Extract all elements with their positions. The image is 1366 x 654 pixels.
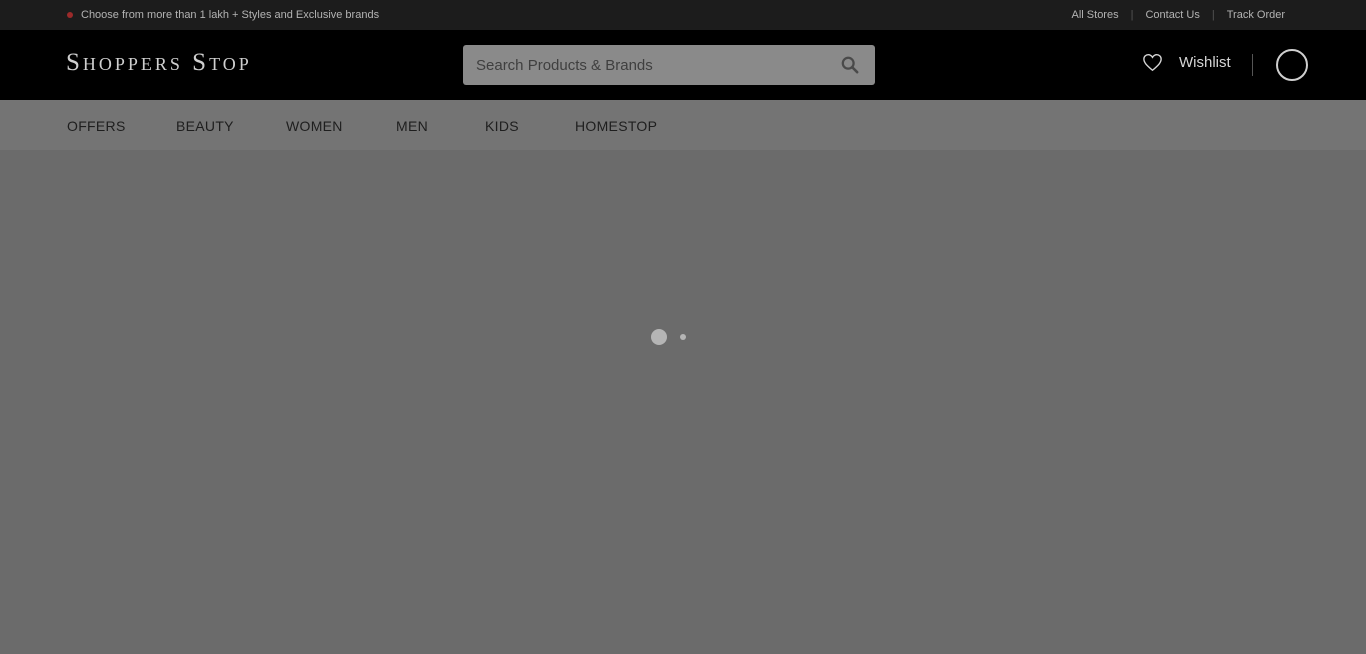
page-content-loading-overlay <box>0 150 1366 654</box>
nav-item-women[interactable]: WOMEN <box>286 118 343 134</box>
nav-item-homestop[interactable]: HOMESTOP <box>575 118 657 134</box>
track-order-link[interactable]: Track Order <box>1227 9 1285 21</box>
nav-item-beauty[interactable]: BEAUTY <box>176 118 234 134</box>
loading-spinner-dot <box>680 334 686 340</box>
divider: | <box>1130 9 1134 21</box>
promo-text: Choose from more than 1 lakh + Styles an… <box>81 9 380 21</box>
nav-item-kids[interactable]: KIDS <box>485 118 519 134</box>
shoppers-stop-logo[interactable]: Shoppers Stop <box>66 49 252 77</box>
contact-us-link[interactable]: Contact Us <box>1145 9 1199 21</box>
utility-links: All Stores | Contact Us | Track Order <box>1072 9 1285 21</box>
user-avatar-icon[interactable] <box>1276 49 1308 81</box>
search-input[interactable] <box>463 45 836 85</box>
nav-item-men[interactable]: MEN <box>396 118 428 134</box>
loading-spinner-dot <box>651 329 667 345</box>
divider: | <box>1211 9 1215 21</box>
wishlist-button[interactable]: Wishlist <box>1142 53 1231 72</box>
promo-dot-icon <box>67 12 73 18</box>
main-header: Shoppers Stop Wishlist <box>0 30 1366 100</box>
top-utility-bar: Choose from more than 1 lakh + Styles an… <box>0 0 1366 30</box>
category-nav: OFFERS BEAUTY WOMEN MEN KIDS HOMESTOP <box>0 100 1366 150</box>
wishlist-label: Wishlist <box>1179 54 1231 71</box>
promo-message: Choose from more than 1 lakh + Styles an… <box>67 9 379 21</box>
search-icon[interactable] <box>841 56 859 74</box>
search-bar <box>463 45 875 85</box>
nav-item-offers[interactable]: OFFERS <box>67 118 126 134</box>
header-divider <box>1252 54 1253 76</box>
heart-icon <box>1143 54 1162 72</box>
all-stores-link[interactable]: All Stores <box>1072 9 1119 21</box>
